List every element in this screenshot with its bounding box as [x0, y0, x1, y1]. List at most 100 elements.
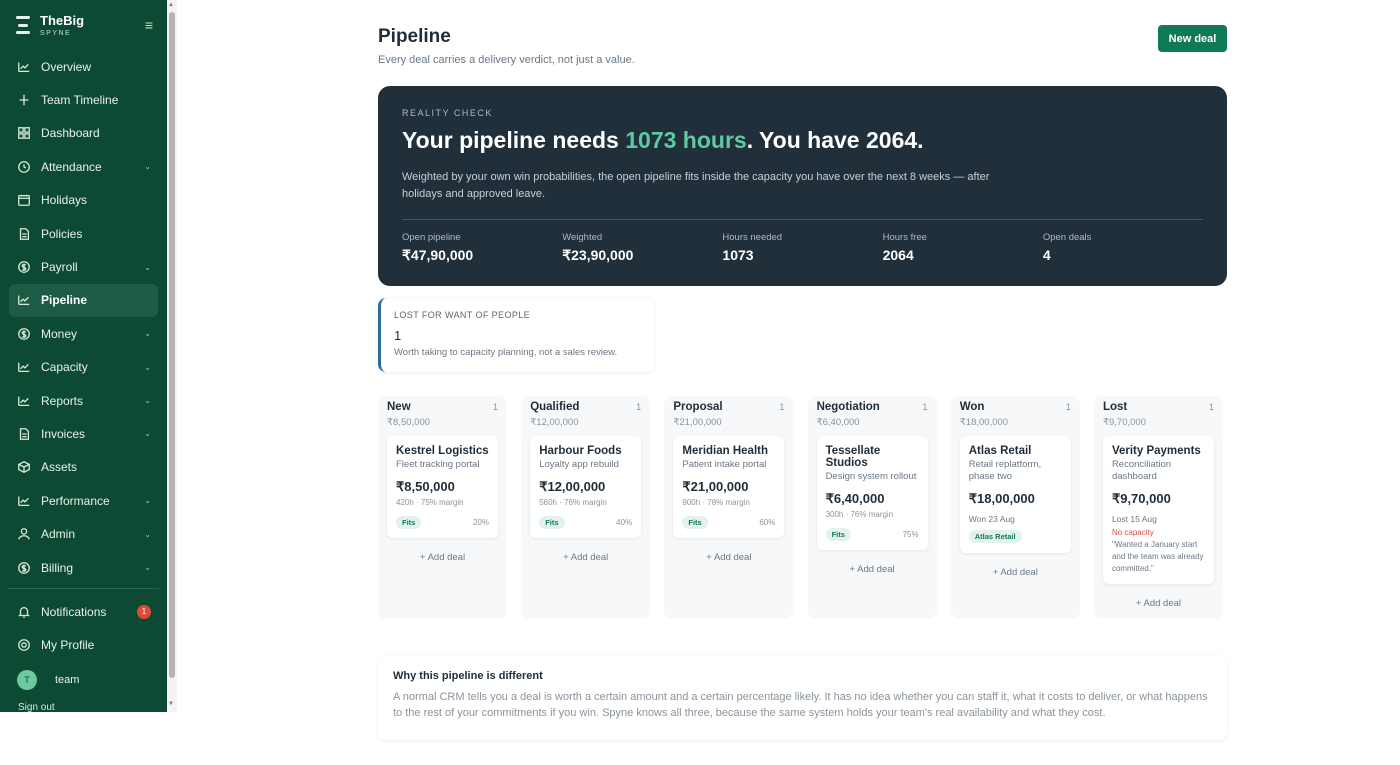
chevron-down-icon[interactable]: ⌄ [144, 329, 151, 338]
hero-title-highlight: 1073 hours [625, 127, 747, 153]
scroll-up-icon[interactable]: ▲ [168, 2, 174, 8]
stat-value: ₹47,90,000 [402, 247, 474, 263]
chevron-down-icon[interactable]: ⌄ [144, 496, 151, 505]
deal-value: ₹21,00,000 [682, 479, 749, 494]
dollar-icon [17, 327, 31, 341]
sidebar-item-capacity[interactable]: Capacity ⌄ [0, 351, 167, 384]
pipeline-board: New 1 ₹8,50,000 Kestrel Logistics Fleet trac… [378, 396, 1223, 619]
sidebar-item-team-timeline[interactable]: Team Timeline [0, 83, 167, 116]
deal-meta: 300h · 76% margin [825, 510, 894, 519]
user-name: team [55, 674, 80, 687]
lost-reason: No capacity [1111, 528, 1154, 537]
sidebar-item-attendance[interactable]: Attendance ⌄ [0, 150, 167, 183]
add-deal-button[interactable]: + Add deal [817, 564, 928, 575]
sidebar-item-payroll[interactable]: Payroll ⌄ [0, 250, 167, 283]
sidebar-item-admin[interactable]: Admin ⌄ [0, 517, 167, 550]
chevron-down-icon[interactable]: ⌄ [144, 530, 151, 539]
sidebar-item-label: Dashboard [41, 126, 100, 141]
hero-stats: Open pipeline ₹47,90,000 Weighted ₹23,90,00… [402, 232, 1203, 264]
sidebar-item-assets[interactable]: Assets [0, 451, 167, 484]
sidebar-item-label: Capacity [41, 360, 88, 375]
lost-quote: "Wanted a January start and the team was… [1111, 540, 1204, 573]
sidebar-item-notifications[interactable]: Notifications 1 [0, 595, 167, 628]
pipeline-column-negotiation: Negotiation 1 ₹6,40,000 Tessellate Studios D… [807, 396, 937, 619]
sidebar-item-label: Performance [41, 493, 110, 508]
add-deal-button[interactable]: + Add deal [673, 552, 784, 563]
bell-icon [17, 605, 31, 619]
add-deal-button[interactable]: + Add deal [1103, 598, 1214, 609]
deal-card[interactable]: Harbour Foods Loyalty app rebuild ₹12,00,0… [530, 436, 642, 538]
hero-stat: Open pipeline ₹47,90,000 [402, 232, 562, 264]
trend-icon [17, 494, 31, 508]
brand-logo-icon [16, 16, 30, 34]
column-total: ₹9,70,000 [1102, 417, 1146, 428]
document-icon [17, 227, 31, 241]
chevron-down-icon[interactable]: ⌄ [144, 162, 151, 171]
chevron-down-icon[interactable]: ⌄ [144, 363, 151, 372]
deal-card[interactable]: Atlas Retail Retail replatform, phase two… [959, 436, 1071, 553]
deal-card[interactable]: Tessellate Studios Design system rollout ₹… [816, 436, 928, 550]
deal-card[interactable]: Kestrel Logistics Fleet tracking portal ₹8… [387, 436, 498, 538]
sidebar-item-pipeline[interactable]: Pipeline [9, 283, 158, 318]
column-total: ₹6,40,000 [816, 417, 860, 428]
trend-icon [17, 360, 31, 374]
column-name: Won [959, 401, 985, 413]
deal-description: Loyalty app rebuild [539, 459, 619, 470]
column-name: New [387, 401, 411, 413]
pipeline-column-lost: Lost 1 ₹9,70,000 Verity Payments Reconciliat… [1093, 396, 1223, 619]
new-deal-button[interactable]: New deal [1158, 25, 1227, 52]
sidebar-item-label: Payroll [41, 260, 78, 275]
chevron-down-icon[interactable]: ⌄ [144, 263, 151, 272]
fit-status-badge: Fits [825, 528, 851, 541]
sidebar-item-my-profile[interactable]: My Profile [0, 629, 167, 662]
stat-label: Hours needed [722, 232, 783, 243]
dollar-icon [17, 561, 31, 575]
sidebar-item-label: My Profile [41, 638, 95, 653]
chevron-down-icon[interactable]: ⌄ [144, 396, 151, 405]
deal-name: Atlas Retail [968, 445, 1032, 457]
sidebar-item-dashboard[interactable]: Dashboard [0, 117, 167, 150]
sidebar-item-performance[interactable]: Performance ⌄ [0, 484, 167, 517]
sidebar-item-reports[interactable]: Reports ⌄ [0, 384, 167, 417]
sidebar-nav: Overview Team Timeline Dashboard Attendance… [0, 50, 167, 584]
scroll-thumb[interactable] [169, 12, 175, 678]
sidebar-item-billing[interactable]: Billing ⌄ [0, 551, 167, 584]
chevron-down-icon[interactable]: ⌄ [144, 429, 151, 438]
sidebar-scrollbar[interactable]: ▲ ▼ [167, 0, 177, 712]
deal-card[interactable]: Meridian Health Patient intake portal ₹21,… [673, 436, 785, 538]
fit-status-badge: Fits [682, 516, 708, 529]
client-tag-badge: Atlas Retail [968, 530, 1022, 543]
sidebar-item-label: Money [41, 326, 78, 341]
stat-value: 2064 [882, 247, 914, 263]
deal-meta: 560h · 76% margin [539, 498, 607, 507]
sidebar-item-overview[interactable]: Overview [0, 50, 167, 83]
clock-icon [17, 160, 31, 174]
deal-value: ₹8,50,000 [396, 479, 455, 494]
add-deal-button[interactable]: + Add deal [960, 567, 1071, 578]
sidebar-item-policies[interactable]: Policies [0, 217, 167, 250]
sidebar-item-label: Attendance [41, 159, 102, 174]
deal-name: Tessellate Studios [825, 445, 881, 469]
menu-toggle-icon[interactable]: ≡ [145, 17, 153, 33]
sidebar-item-label: Pipeline [41, 293, 88, 308]
scroll-down-icon[interactable]: ▼ [168, 701, 174, 707]
column-name: Qualified [530, 401, 580, 413]
sidebar-item-holidays[interactable]: Holidays [0, 184, 167, 217]
trend-icon [17, 394, 31, 408]
deal-card[interactable]: Verity Payments Reconciliation dashboard ₹… [1102, 436, 1214, 584]
win-probability: 20% [472, 518, 489, 527]
sidebar-item-label: Notifications [41, 604, 107, 619]
user-menu[interactable]: T team [0, 662, 167, 698]
calendar-icon [17, 193, 31, 207]
sidebar-item-invoices[interactable]: Invoices ⌄ [0, 417, 167, 450]
chevron-down-icon[interactable]: ⌄ [144, 563, 151, 572]
add-deal-button[interactable]: + Add deal [387, 552, 498, 563]
stat-label: Open pipeline [402, 232, 461, 243]
add-deal-button[interactable]: + Add deal [530, 552, 641, 563]
column-count: 1 [636, 402, 642, 412]
pipeline-column-qualified: Qualified 1 ₹12,00,000 Harbour Foods Loyalty… [521, 396, 651, 619]
sidebar-item-money[interactable]: Money ⌄ [0, 317, 167, 350]
sign-out-link[interactable]: Sign out [18, 702, 55, 712]
hero-title-prefix: Your pipeline needs [402, 127, 626, 153]
hero-stat: Open deals 4 [1043, 232, 1203, 264]
